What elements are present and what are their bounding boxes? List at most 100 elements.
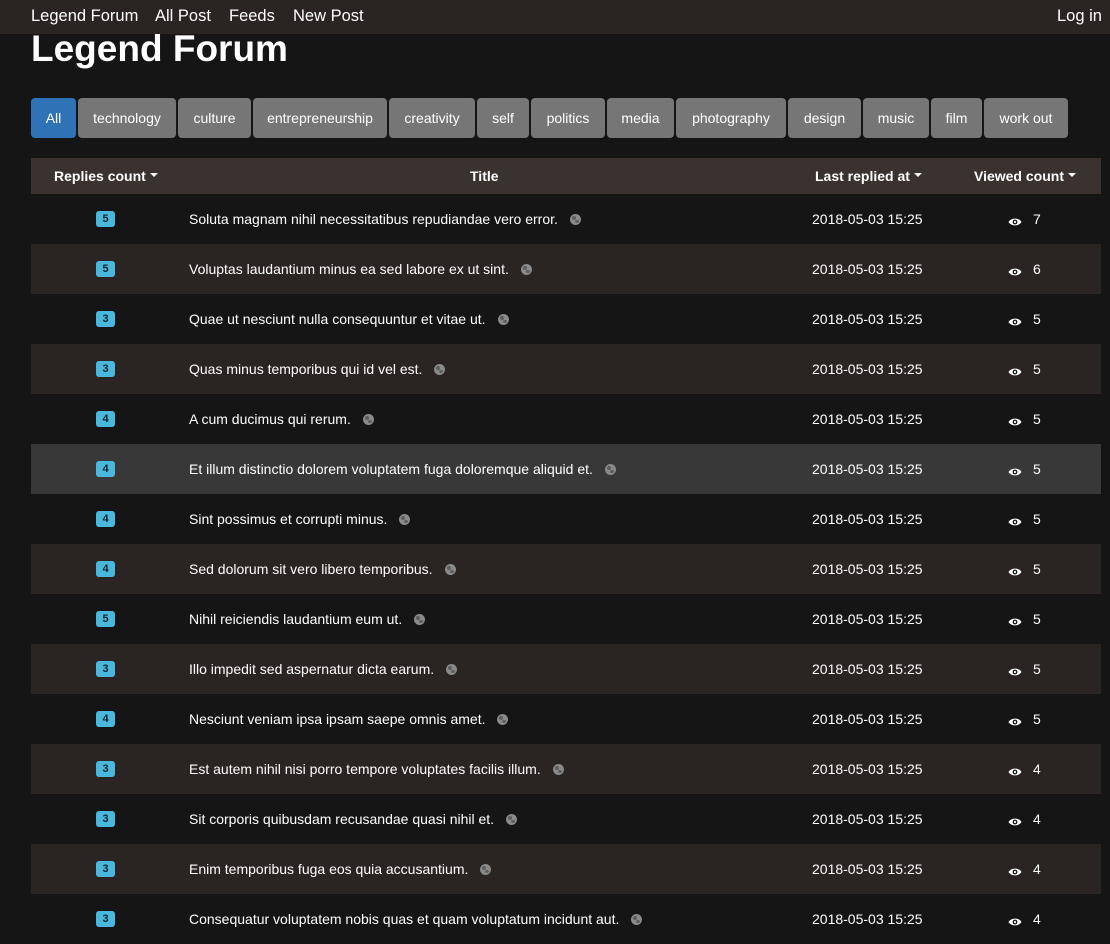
table-row[interactable]: 4 Et illum distinctio dolorem voluptatem …: [31, 444, 1101, 494]
table-body: 5 Soluta magnam nihil necessitatibus repu…: [31, 194, 1101, 944]
post-title-cell: Consequatur voluptatem nobis quas et qua…: [189, 911, 643, 927]
table-row[interactable]: 3 Enim temporibus fuga eos quia accusanti…: [31, 844, 1101, 894]
eye-icon: [1008, 764, 1022, 776]
eye-icon: [1008, 914, 1022, 926]
tag-photography-button[interactable]: photography: [676, 98, 786, 138]
post-title-link[interactable]: A cum ducimus qui rerum.: [189, 411, 351, 427]
viewed-count-cell: 5: [1033, 461, 1041, 477]
post-title-link[interactable]: Sint possimus et corrupti minus.: [189, 511, 387, 527]
viewed-count-cell: 4: [1033, 911, 1041, 927]
nav-login-link[interactable]: Log in: [1057, 7, 1102, 25]
table-row[interactable]: 3 Illo impedit sed aspernatur dicta earum…: [31, 644, 1101, 694]
nav-brand-link[interactable]: Legend Forum: [31, 7, 138, 25]
last-replied-cell: 2018-05-03 15:25: [812, 911, 923, 927]
replies-count-badge: 5: [96, 261, 115, 277]
post-title-cell: Enim temporibus fuga eos quia accusantiu…: [189, 861, 492, 877]
table-row[interactable]: 4 Sint possimus et corrupti minus. 2018-05…: [31, 494, 1101, 544]
tag-politics-button[interactable]: politics: [531, 98, 605, 138]
eye-icon: [1008, 664, 1022, 676]
replies-count-badge: 3: [96, 861, 115, 877]
table-row[interactable]: 3 Consequatur voluptatem nobis quas et qu…: [31, 894, 1101, 944]
tag-media-button[interactable]: media: [607, 98, 674, 138]
caret-down-icon: [913, 173, 922, 178]
post-title-link[interactable]: Et illum distinctio dolorem voluptatem f…: [189, 461, 593, 477]
tag-entrepreneurship-button[interactable]: entrepreneurship: [253, 98, 387, 138]
viewed-count-cell: 5: [1033, 611, 1041, 627]
post-title-link[interactable]: Soluta magnam nihil necessitatibus repud…: [189, 211, 558, 227]
viewed-count-cell: 5: [1033, 361, 1041, 377]
tag-culture-button[interactable]: culture: [178, 98, 251, 138]
page-title: Legend Forum: [31, 28, 288, 69]
replies-count-badge: 3: [96, 311, 115, 327]
viewed-count-cell: 5: [1033, 661, 1041, 677]
table-row[interactable]: 3 Quae ut nesciunt nulla consequuntur et …: [31, 294, 1101, 344]
globe-icon: [446, 663, 458, 675]
table-row[interactable]: 3 Quas minus temporibus qui id vel est. 20…: [31, 344, 1101, 394]
post-title-link[interactable]: Quae ut nesciunt nulla consequuntur et v…: [189, 311, 486, 327]
post-title-link[interactable]: Est autem nihil nisi porro tempore volup…: [189, 761, 541, 777]
eye-icon: [1008, 264, 1022, 276]
sort-last-replied-header[interactable]: Last replied at: [815, 168, 922, 184]
replies-count-badge: 3: [96, 911, 115, 927]
post-title-link[interactable]: Consequatur voluptatem nobis quas et qua…: [189, 911, 619, 927]
nav-all-post-link[interactable]: All Post: [155, 7, 211, 25]
tag-film-button[interactable]: film: [931, 98, 982, 138]
viewed-count-cell: 5: [1033, 511, 1041, 527]
sort-replies-count-header[interactable]: Replies count: [54, 168, 158, 184]
globe-icon: [497, 713, 509, 725]
tag-technology-button[interactable]: technology: [78, 98, 176, 138]
globe-icon: [362, 413, 374, 425]
tag-design-button[interactable]: design: [788, 98, 861, 138]
last-replied-cell: 2018-05-03 15:25: [812, 461, 923, 477]
table-row[interactable]: 5 Soluta magnam nihil necessitatibus repu…: [31, 194, 1101, 244]
sort-viewed-count-header[interactable]: Viewed count: [974, 168, 1076, 184]
nav-new-post-link[interactable]: New Post: [293, 7, 364, 25]
tag-creativity-button[interactable]: creativity: [389, 98, 475, 138]
globe-icon: [506, 813, 518, 825]
table-row[interactable]: 4 Sed dolorum sit vero libero temporibus.…: [31, 544, 1101, 594]
post-title-link[interactable]: Nihil reiciendis laudantium eum ut.: [189, 611, 402, 627]
replies-count-badge: 4: [96, 711, 115, 727]
post-title-link[interactable]: Enim temporibus fuga eos quia accusantiu…: [189, 861, 468, 877]
post-title-link[interactable]: Sed dolorum sit vero libero temporibus.: [189, 561, 433, 577]
caret-down-icon: [1067, 173, 1076, 178]
replies-count-badge: 4: [96, 411, 115, 427]
last-replied-cell: 2018-05-03 15:25: [812, 511, 923, 527]
last-replied-cell: 2018-05-03 15:25: [812, 611, 923, 627]
nav-feeds-link[interactable]: Feeds: [229, 7, 275, 25]
tag-work-out-button[interactable]: work out: [984, 98, 1068, 138]
post-title-link[interactable]: Illo impedit sed aspernatur dicta earum.: [189, 661, 434, 677]
eye-icon: [1008, 364, 1022, 376]
last-replied-cell: 2018-05-03 15:25: [812, 761, 923, 777]
replies-count-badge: 3: [96, 361, 115, 377]
replies-count-badge: 5: [96, 211, 115, 227]
tag-all-button[interactable]: All: [31, 98, 76, 138]
posts-table: Replies count Title Last replied at View…: [31, 158, 1101, 944]
table-row[interactable]: 5 Voluptas laudantium minus ea sed labore…: [31, 244, 1101, 294]
post-title-link[interactable]: Voluptas laudantium minus ea sed labore …: [189, 261, 509, 277]
tag-self-button[interactable]: self: [477, 98, 529, 138]
table-row[interactable]: 4 Nesciunt veniam ipsa ipsam saepe omnis …: [31, 694, 1101, 744]
table-row[interactable]: 3 Sit corporis quibusdam recusandae quasi…: [31, 794, 1101, 844]
globe-icon: [434, 363, 446, 375]
last-replied-cell: 2018-05-03 15:25: [812, 361, 923, 377]
post-title-link[interactable]: Sit corporis quibusdam recusandae quasi …: [189, 811, 494, 827]
table-row[interactable]: 3 Est autem nihil nisi porro tempore volu…: [31, 744, 1101, 794]
table-row[interactable]: 4 A cum ducimus qui rerum. 2018-05-03 15:2…: [31, 394, 1101, 444]
post-title-cell: A cum ducimus qui rerum.: [189, 411, 374, 427]
last-replied-cell: 2018-05-03 15:25: [812, 811, 923, 827]
post-title-link[interactable]: Nesciunt veniam ipsa ipsam saepe omnis a…: [189, 711, 485, 727]
globe-icon: [480, 863, 492, 875]
post-title-link[interactable]: Quas minus temporibus qui id vel est.: [189, 361, 422, 377]
eye-icon: [1008, 514, 1022, 526]
tag-music-button[interactable]: music: [863, 98, 929, 138]
table-row[interactable]: 5 Nihil reiciendis laudantium eum ut. 2018…: [31, 594, 1101, 644]
last-replied-cell: 2018-05-03 15:25: [812, 661, 923, 677]
viewed-count-cell: 6: [1033, 261, 1041, 277]
post-title-cell: Sit corporis quibusdam recusandae quasi …: [189, 811, 518, 827]
table-header: Replies count Title Last replied at View…: [31, 158, 1101, 194]
post-title-cell: Quae ut nesciunt nulla consequuntur et v…: [189, 311, 509, 327]
viewed-count-cell: 4: [1033, 861, 1041, 877]
eye-icon: [1008, 614, 1022, 626]
last-replied-cell: 2018-05-03 15:25: [812, 311, 923, 327]
